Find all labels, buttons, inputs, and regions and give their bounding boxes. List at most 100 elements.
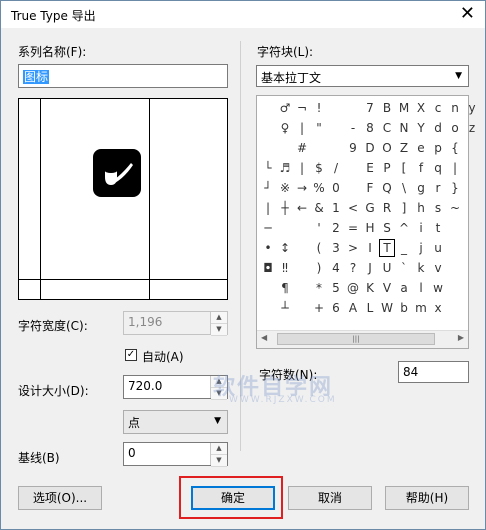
char-cell[interactable]	[446, 278, 464, 298]
char-cell[interactable]: ]	[395, 198, 413, 218]
char-cell[interactable]: )	[310, 258, 328, 278]
char-cell[interactable]: X	[412, 98, 430, 118]
unit-select[interactable]: 点 ▼	[123, 410, 228, 434]
char-cell[interactable]	[446, 298, 464, 318]
char-cell[interactable]: d	[429, 118, 447, 138]
char-cell[interactable]: *	[310, 278, 328, 298]
char-cell[interactable]: #	[293, 138, 311, 158]
char-cell[interactable]: Z	[395, 138, 413, 158]
char-cell[interactable]: 4	[327, 258, 345, 278]
char-cell[interactable]: f	[412, 158, 430, 178]
char-cell[interactable]: 6	[327, 298, 345, 318]
char-width-input[interactable]: 1,196 ▲ ▼	[123, 311, 228, 336]
char-width-spinner[interactable]: ▲ ▼	[210, 312, 227, 336]
char-cell[interactable]: ↕	[276, 238, 294, 258]
char-cell[interactable]	[327, 118, 345, 138]
char-cell[interactable]: ┴	[276, 298, 294, 318]
char-cell[interactable]: '	[310, 218, 328, 238]
char-cell[interactable]: n	[446, 98, 464, 118]
auto-checkbox[interactable]: ✓	[125, 349, 137, 361]
char-cell[interactable]	[446, 238, 464, 258]
char-cell[interactable]: =	[344, 218, 362, 238]
char-cell[interactable]: @	[344, 278, 362, 298]
char-cell[interactable]: v	[429, 258, 447, 278]
char-cell[interactable]: c	[429, 98, 447, 118]
char-cell[interactable]: ←	[293, 198, 311, 218]
char-cell[interactable]: ?	[344, 258, 362, 278]
char-cell[interactable]	[259, 118, 277, 138]
char-cell[interactable]	[259, 98, 277, 118]
char-cell[interactable]: |	[446, 158, 464, 178]
char-cell[interactable]: ‼	[276, 258, 294, 278]
char-cell[interactable]: ┼	[276, 198, 294, 218]
char-cell[interactable]	[259, 138, 277, 158]
char-cell[interactable]: 1	[327, 198, 345, 218]
char-cell[interactable]	[344, 178, 362, 198]
char-cell[interactable]: E	[361, 158, 379, 178]
char-cell[interactable]: Y	[412, 118, 430, 138]
char-cell[interactable]: ─	[259, 218, 277, 238]
char-cell[interactable]: ┘	[259, 178, 277, 198]
char-cell[interactable]: 9	[344, 138, 362, 158]
char-cell[interactable]: B	[378, 98, 396, 118]
char-cell[interactable]: G	[361, 198, 379, 218]
char-cell[interactable]	[259, 298, 277, 318]
char-cell[interactable]: &	[310, 198, 328, 218]
char-cell[interactable]: /	[327, 158, 345, 178]
char-cell[interactable]: !	[310, 98, 328, 118]
char-cell[interactable]: i	[412, 218, 430, 238]
char-cell[interactable]: p	[429, 138, 447, 158]
char-cell[interactable]: C	[378, 118, 396, 138]
char-cell[interactable]: H	[361, 218, 379, 238]
char-cell[interactable]: a	[395, 278, 413, 298]
char-cell[interactable]: s	[429, 198, 447, 218]
char-cell[interactable]: ♬	[276, 158, 294, 178]
char-cell[interactable]: N	[395, 118, 413, 138]
char-cell[interactable]: 3	[327, 238, 345, 258]
char-cell[interactable]: w	[429, 278, 447, 298]
char-cell[interactable]: 8	[361, 118, 379, 138]
char-cell[interactable]: ♂	[276, 98, 294, 118]
char-cell[interactable]: ¬	[293, 98, 311, 118]
char-cell[interactable]: ♀	[276, 118, 294, 138]
char-cell[interactable]: t	[429, 218, 447, 238]
char-cell[interactable]: q	[429, 158, 447, 178]
char-cell[interactable]: k	[412, 258, 430, 278]
scroll-left-icon[interactable]: ◀	[261, 333, 267, 342]
char-cell[interactable]: •	[259, 238, 277, 258]
charset-select[interactable]: 基本拉丁文 ▼	[256, 65, 469, 87]
char-cell[interactable]	[276, 138, 294, 158]
char-cell[interactable]: └	[259, 158, 277, 178]
char-cell[interactable]: m	[412, 298, 430, 318]
char-cell[interactable]: L	[361, 298, 379, 318]
char-cell[interactable]	[293, 258, 311, 278]
char-cell[interactable]	[327, 138, 345, 158]
char-cell[interactable]: ◘	[259, 258, 277, 278]
char-cell[interactable]: K	[361, 278, 379, 298]
char-cell[interactable]	[293, 278, 311, 298]
cancel-button[interactable]: 取消	[288, 486, 372, 510]
scroll-right-icon[interactable]: ▶	[458, 333, 464, 342]
char-cell[interactable]: [	[395, 158, 413, 178]
char-cell[interactable]	[293, 218, 311, 238]
char-cell[interactable]: V	[378, 278, 396, 298]
char-cell[interactable]: x	[429, 298, 447, 318]
char-cell[interactable]: R	[378, 198, 396, 218]
char-cell[interactable]: <	[344, 198, 362, 218]
char-cell[interactable]: W	[378, 298, 396, 318]
char-cell[interactable]: |	[293, 118, 311, 138]
options-button[interactable]: 选项(O)...	[18, 486, 102, 510]
char-cell[interactable]	[446, 218, 464, 238]
char-cell[interactable]: $	[310, 158, 328, 178]
char-cell[interactable]: 0	[327, 178, 345, 198]
char-cell[interactable]: r	[429, 178, 447, 198]
char-cell[interactable]: >	[344, 238, 362, 258]
char-cell[interactable]: O	[378, 138, 396, 158]
char-cell[interactable]	[310, 138, 328, 158]
char-cell[interactable]: h	[412, 198, 430, 218]
char-cell[interactable]: j	[412, 238, 430, 258]
char-cell[interactable]: M	[395, 98, 413, 118]
char-cell[interactable]	[259, 278, 277, 298]
char-cell[interactable]: ※	[276, 178, 294, 198]
char-cell[interactable]: 5	[327, 278, 345, 298]
